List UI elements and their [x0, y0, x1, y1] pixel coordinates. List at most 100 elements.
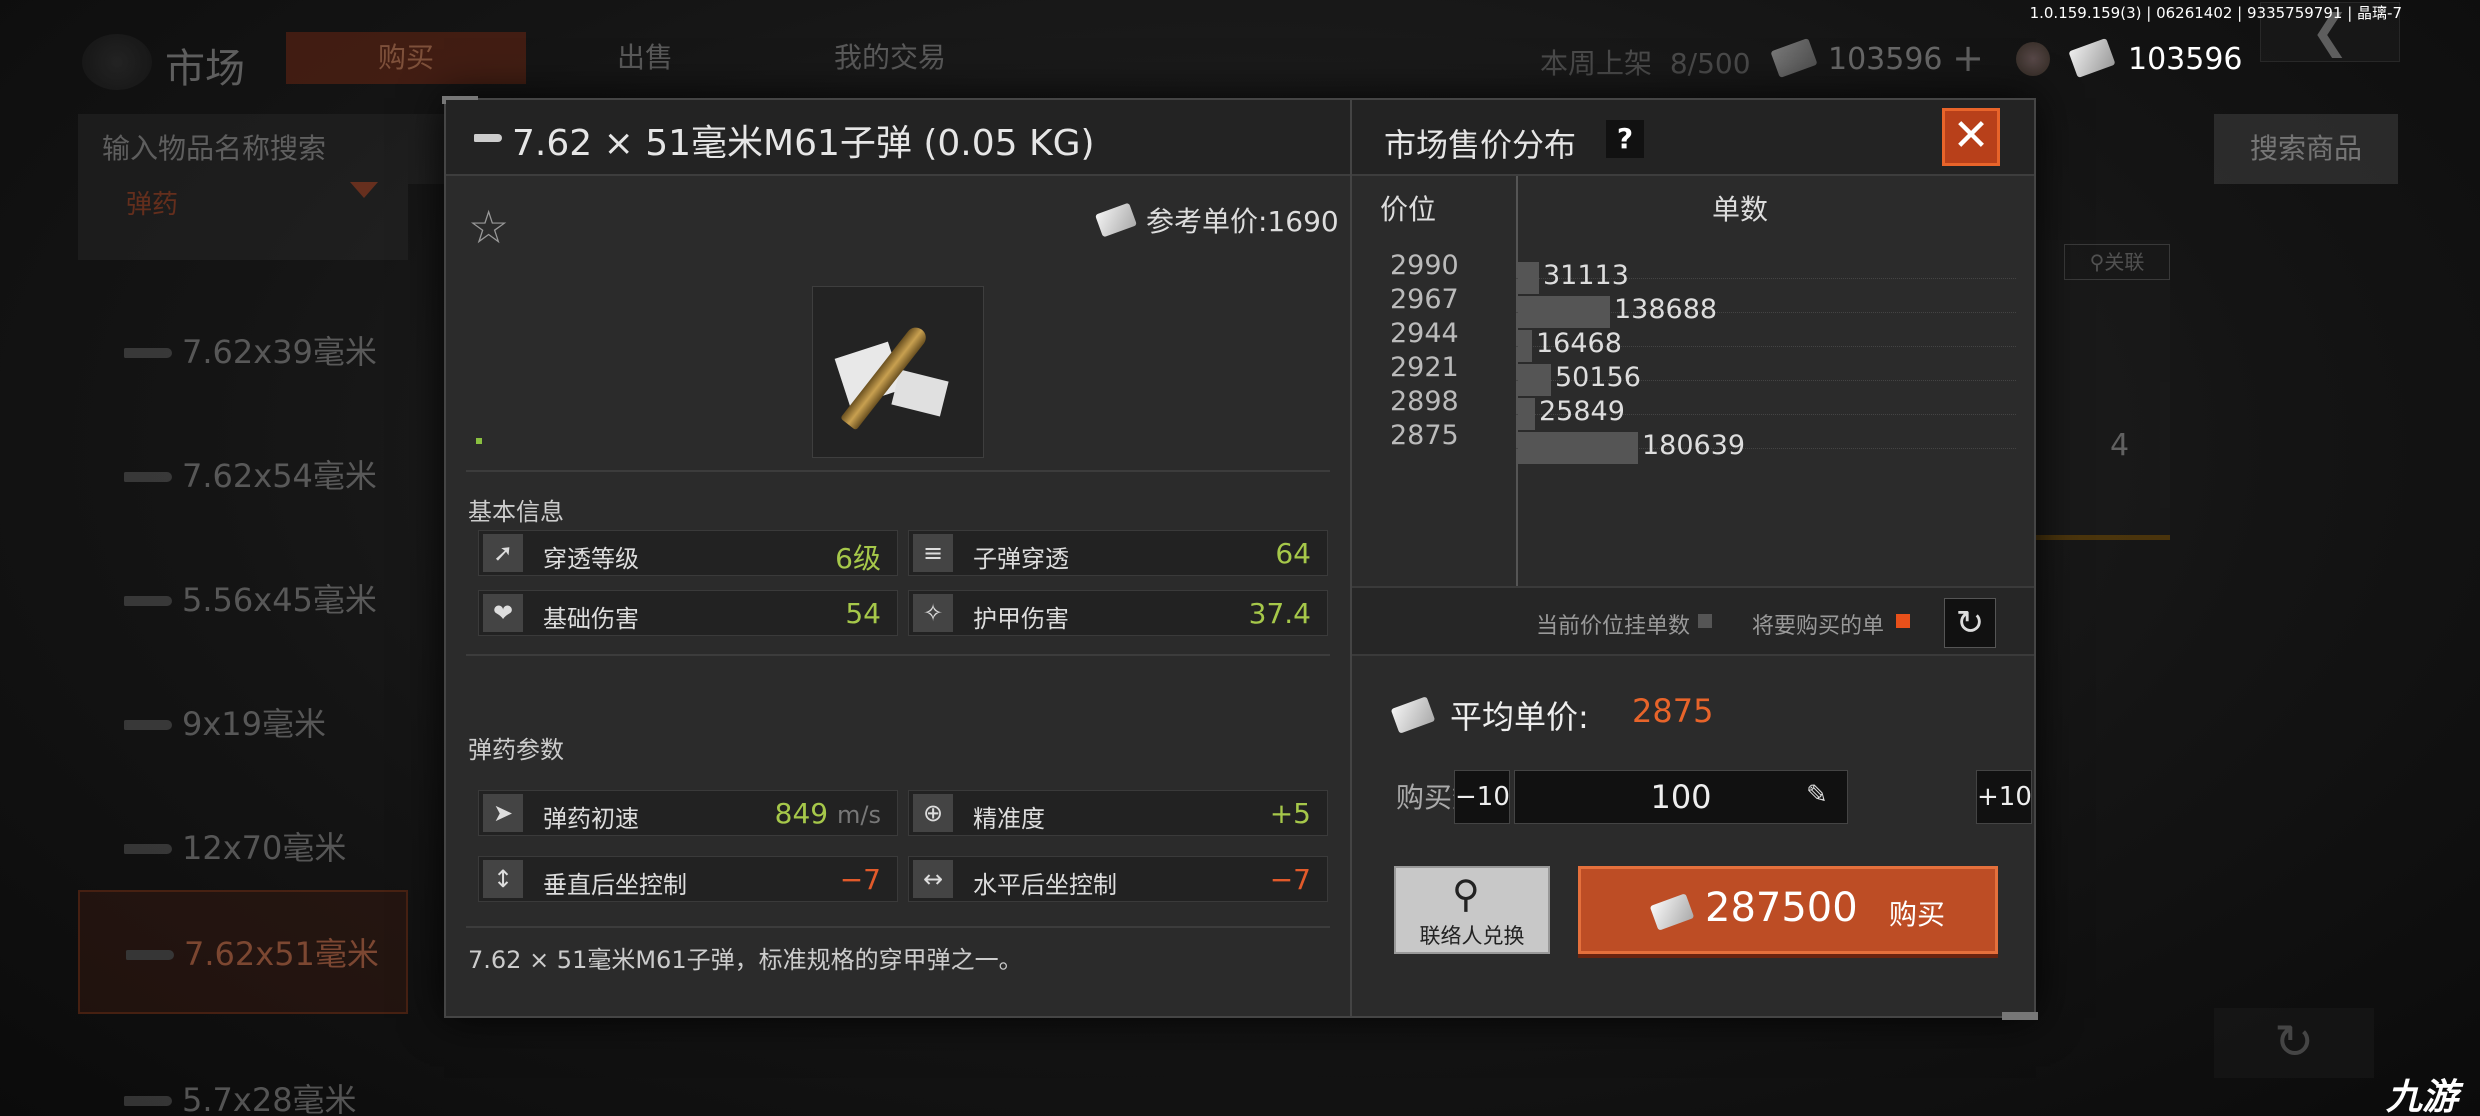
add-currency-button[interactable]: + — [1948, 39, 1988, 80]
price-column-header: 价位 — [1380, 193, 1437, 226]
coin-icon — [2016, 42, 2050, 76]
contact-exchange-label: 联络人兑换 — [1419, 924, 1525, 948]
status-dot — [476, 438, 482, 444]
bar-value-label: 50156 — [1555, 362, 1641, 393]
stat-value: 849 m/s — [774, 797, 881, 830]
currency-a: 103596 — [1828, 42, 1943, 77]
buy-button[interactable]: 287500 购买 — [1578, 866, 1998, 954]
bar-mark — [1518, 398, 1535, 430]
bar-mark — [1518, 262, 1539, 294]
list-item[interactable]: 7.62x39毫米 — [78, 290, 408, 414]
price-tick: 2875 — [1390, 420, 1459, 451]
stat-label: 精准度 — [973, 805, 1045, 833]
stat-value: 37.4 — [1248, 597, 1311, 630]
quantity-input[interactable]: 100 — [1514, 770, 1848, 824]
legend-current-orders: 当前价位挂单数 — [1536, 614, 1691, 639]
stat-base-damage: ❤ 基础伤害 54 — [478, 590, 898, 636]
stat-muzzle-velocity: ➤ 弹药初速 849 m/s — [478, 790, 898, 836]
list-item[interactable]: 9x19毫米 — [78, 662, 408, 786]
market-title: 市场 — [165, 46, 245, 92]
bar-mark — [1518, 296, 1610, 328]
contact-exchange-button[interactable]: ⚲ 联络人兑换 — [1394, 866, 1550, 954]
price-tick: 2944 — [1390, 318, 1459, 349]
refresh-button[interactable]: ↻ — [1944, 598, 1996, 648]
version-label: 1.0.159.159(3) | 06261402 | 9335759791 |… — [2029, 4, 2402, 22]
ammo-icon — [474, 134, 502, 142]
refresh-icon[interactable]: ↻ — [2214, 1008, 2374, 1078]
price-tick: 2967 — [1390, 284, 1459, 315]
associate-button[interactable]: ⚲关联 — [2064, 244, 2170, 280]
stat-value: −7 — [1269, 863, 1311, 896]
price-tick: 2990 — [1390, 250, 1459, 281]
item-market-modal: 7.62 × 51毫米M61子弹 (0.05 KG) 市场售价分布 ? ✕ ☆ … — [442, 96, 2038, 1020]
stat-armor-damage: ✧ 护甲伤害 37.4 — [908, 590, 1328, 636]
bullet-pierce-icon: ≡ — [913, 534, 953, 572]
refresh-icon: ↻ — [1955, 603, 1985, 643]
stat-label: 穿透等级 — [543, 545, 639, 573]
stat-penetration-level: ➚ 穿透等级 6级 — [478, 530, 898, 576]
buy-amount: 287500 — [1705, 885, 1858, 931]
stat-value: +5 — [1269, 797, 1311, 830]
muzzle-velocity-icon: ➤ — [483, 794, 523, 832]
cash-icon — [1390, 696, 1436, 734]
reference-price: 参考单价:1690 — [1146, 205, 1339, 238]
bar-value-label: 31113 — [1543, 260, 1629, 291]
cash-icon — [1770, 38, 1818, 78]
bar-mark — [1518, 330, 1532, 362]
favorite-star-icon[interactable]: ☆ — [468, 200, 509, 254]
stat-value: 64 — [1275, 537, 1311, 570]
chart-legend: 当前价位挂单数 将要购买的单 ↻ — [1352, 586, 2034, 656]
divider — [466, 926, 1330, 928]
average-price-value: 2875 — [1632, 692, 1714, 730]
minus-ten-button[interactable]: −10 — [1454, 770, 1510, 824]
currency-b: 103596 — [2128, 42, 2243, 77]
game-screen: 市场 购买 出售 我的交易 本周上架 8/500 103596 + ❮ 输入物品… — [0, 0, 2480, 1116]
stat-bullet-penetration: ≡ 子弹穿透 64 — [908, 530, 1328, 576]
search-icon: ⚲ — [1452, 872, 1480, 916]
item-description: 7.62 × 51毫米M61子弹，标准规格的穿甲弹之一。 — [468, 946, 1023, 974]
divider — [466, 470, 1330, 472]
bar-value-label: 25849 — [1539, 396, 1625, 427]
quantity-column-header: 单数 — [1712, 193, 1769, 226]
list-item[interactable]: 7.62x54毫米 — [78, 414, 408, 538]
category-dropdown[interactable]: 弹药 — [78, 170, 408, 260]
list-item[interactable]: 5.7x28毫米 — [78, 1038, 408, 1116]
stat-label: 护甲伤害 — [973, 605, 1069, 633]
price-tick: 2898 — [1390, 386, 1459, 417]
close-button[interactable]: ✕ — [1942, 108, 2000, 166]
ammo-box-graphic — [891, 369, 949, 417]
list-item[interactable]: 5.56x45毫米 — [78, 538, 408, 662]
tab-my-trades[interactable]: 我的交易 — [780, 32, 1000, 84]
listing-card[interactable] — [2030, 240, 2170, 540]
cash-icon — [1094, 202, 1138, 238]
armor-damage-icon: ✧ — [913, 594, 953, 632]
broken-heart-icon: ❤ — [483, 594, 523, 632]
legend-swatch-buy — [1896, 614, 1910, 628]
stat-vertical-recoil: ↕ 垂直后坐控制 −7 — [478, 856, 898, 902]
legend-swatch-current — [1698, 614, 1712, 628]
close-icon: ✕ — [1952, 110, 1990, 161]
tab-buy[interactable]: 购买 — [286, 32, 526, 84]
listing-card-rarity-bar — [2030, 535, 2170, 540]
bar-value-label: 16468 — [1536, 328, 1622, 359]
search-goods-button[interactable]: 搜索商品 — [2214, 114, 2398, 184]
help-icon[interactable]: ? — [1606, 120, 1644, 158]
bar-value-label: 180639 — [1642, 430, 1746, 461]
bar-mark — [1518, 432, 1638, 464]
buy-label: 购买 — [1889, 898, 1946, 931]
pencil-icon[interactable]: ✎ — [1806, 780, 1828, 810]
bar-mark — [1518, 364, 1551, 396]
plus-ten-button[interactable]: +10 — [1976, 770, 2032, 824]
stat-label: 基础伤害 — [543, 605, 639, 633]
stat-label: 垂直后坐控制 — [543, 871, 687, 899]
market-distribution-title: 市场售价分布 — [1384, 126, 1577, 164]
stat-horizontal-recoil: ↔ 水平后坐控制 −7 — [908, 856, 1328, 902]
penetration-icon: ➚ — [483, 534, 523, 572]
cash-icon — [1649, 893, 1695, 931]
modal-header: 7.62 × 51毫米M61子弹 (0.05 KG) 市场售价分布 ? ✕ — [446, 100, 2034, 176]
tab-sell[interactable]: 出售 — [560, 32, 730, 84]
list-item-active[interactable]: 7.62x51毫米 — [78, 890, 408, 1014]
watermark-logo: 九游 — [2386, 1077, 2459, 1116]
stat-label: 水平后坐控制 — [973, 871, 1117, 899]
item-image — [812, 286, 984, 458]
